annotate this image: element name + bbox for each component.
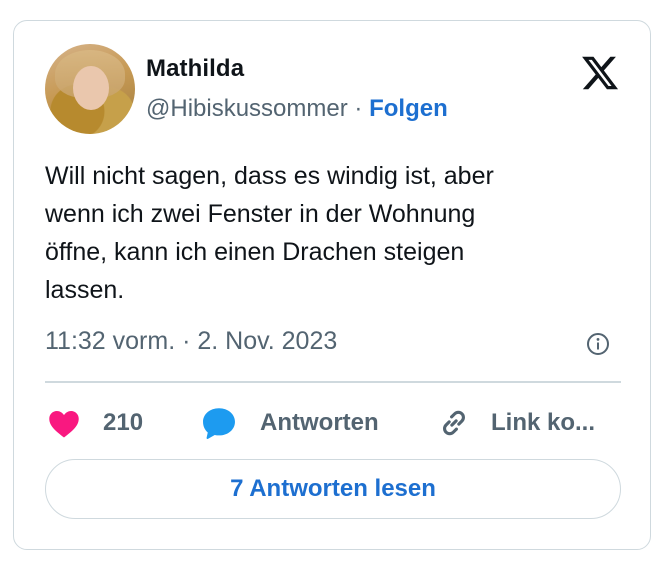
like-button[interactable]: 210 [47, 401, 143, 445]
copy-link-button[interactable]: Link ko... [437, 401, 595, 445]
author-handle-row: @Hibiskussommer · Folgen [146, 95, 448, 123]
author-name[interactable]: Mathilda [146, 55, 244, 83]
author-handle[interactable]: @Hibiskussommer [146, 95, 348, 122]
info-icon[interactable] [586, 332, 610, 356]
speech-bubble-icon [203, 408, 235, 439]
avatar-face [73, 66, 109, 110]
tweet-text-line: Will nicht sagen, dass es windig ist, ab… [45, 162, 494, 190]
divider [45, 381, 621, 383]
link-icon [443, 410, 465, 436]
tweet-text-line: öffne, kann ich einen Drachen steigen [45, 238, 465, 266]
tweet-card: Mathilda @Hibiskussommer · Folgen Will n… [13, 20, 651, 550]
reply-label: Antworten [260, 409, 379, 436]
tweet-text: Will nicht sagen, dass es windig ist, ab… [45, 157, 605, 309]
tweet-text-line: lassen. [45, 276, 125, 304]
read-replies-button[interactable]: 7 Antworten lesen [45, 459, 621, 519]
copy-link-label: Link ko... [491, 409, 596, 436]
like-count: 210 [103, 409, 144, 436]
reply-button[interactable]: Antworten [201, 401, 379, 445]
heart-icon [49, 411, 79, 438]
follow-button[interactable]: Folgen [369, 95, 448, 122]
tweet-timestamp[interactable]: 11:32 vorm. · 2. Nov. 2023 [45, 327, 337, 356]
avatar[interactable] [45, 44, 135, 134]
separator-dot: · [354, 95, 363, 122]
x-logo-icon[interactable] [580, 53, 620, 93]
tweet-text-line: wenn ich zwei Fenster in der Wohnung [45, 200, 476, 228]
